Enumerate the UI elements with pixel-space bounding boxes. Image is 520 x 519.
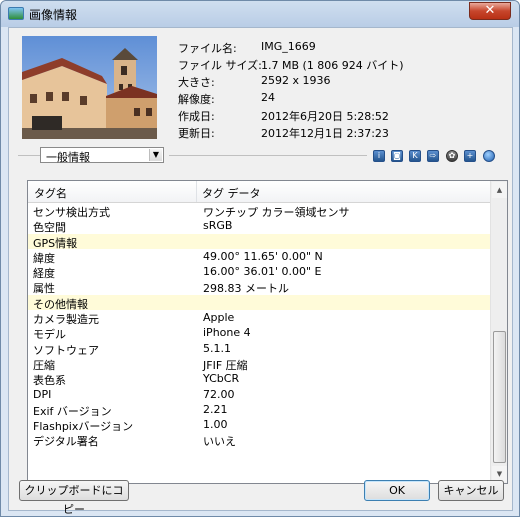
table-row[interactable]: 色空間 sRGB [28,218,491,234]
table-row[interactable]: Flashpixバージョン 1.00 [28,417,491,433]
table-row[interactable]: Exif バージョン 2.21 [28,402,491,418]
separator-left [18,155,40,156]
camera-icon[interactable]: ◙ [391,150,403,162]
tag-data-cell: 2.21 [203,402,228,416]
table-row[interactable]: モデル iPhone 4 [28,325,491,341]
tag-name-cell: デジタル署名 [33,435,99,449]
dialog-body: ファイル名: IMG_1669 ファイル サイズ: 1.7 MB (1 806 … [8,27,513,516]
table-row[interactable]: センサ検出方式 ワンチップ カラー領域センサ [28,203,491,219]
resolution-value: 24 [261,91,275,104]
category-dropdown[interactable]: 一般情報 ▼ [40,147,164,164]
file-name-label: ファイル名: [178,42,237,55]
k-icon[interactable]: K [409,150,421,162]
image-info-dialog: 画像情報 ✕ ファイル名: IMG_1669 ファイル サイズ: 1.7 MB … [0,0,520,517]
table-header: タグ名 タグ データ [28,181,491,203]
table-row[interactable]: 属性 298.83 メートル [28,279,491,295]
file-size-label: ファイル サイズ: [178,59,262,72]
cancel-button[interactable]: キャンセル [438,480,504,501]
tag-data-cell: sRGB [203,219,233,233]
created-date-label: 作成日: [178,110,215,123]
separator-line [169,155,367,156]
category-dropdown-value: 一般情報 [46,151,90,164]
table-row[interactable]: デジタル署名 いいえ [28,432,491,449]
created-date-value: 2012年6月20日 5:28:52 [261,110,389,123]
table-row[interactable]: 圧縮 JFIF 圧縮 [28,356,491,372]
chevron-down-icon[interactable]: ▼ [149,149,162,161]
image-thumbnail [22,36,157,139]
table-row[interactable]: ソフトウェア 5.1.1 [28,341,491,357]
info-icon[interactable]: i [373,150,385,162]
table-row[interactable]: 緯度 49.00° 11.65' 0.00" N [28,249,491,265]
tag-data-cell: Apple [203,311,235,325]
copy-to-clipboard-button[interactable]: クリップボードにコピー [19,480,129,516]
tag-name-cell: DPI [33,387,52,401]
vertical-scrollbar[interactable]: ▲ ▼ [490,181,507,483]
globe-icon[interactable] [483,150,495,162]
tag-table: タグ名 タグ データ センサ検出方式 ワンチップ カラー領域センサ 色空間 sRGB G… [27,180,508,484]
modified-date-label: 更新日: [178,127,215,140]
close-button[interactable]: ✕ [469,2,511,20]
resolution-label: 解像度: [178,93,215,106]
scrollbar-thumb[interactable] [493,331,506,463]
export-icon[interactable]: ⇨ [427,150,439,162]
column-header-tag-data[interactable]: タグ データ [202,185,261,201]
table-row[interactable]: DPI 72.00 [28,387,491,402]
tag-data-cell: 72.00 [203,387,235,401]
file-name-value: IMG_1669 [261,40,316,53]
group-header-row[interactable]: その他情報 [28,294,491,311]
image-app-icon [8,7,24,20]
window-title: 画像情報 [29,8,78,22]
table-row[interactable]: カメラ製造元 Apple [28,310,491,326]
table-row[interactable]: 表色系 YCbCR [28,371,491,387]
dimensions-value: 2592 x 1936 [261,74,331,87]
group-header-row[interactable]: GPS情報 [28,233,491,250]
tag-data-cell: 1.00 [203,418,228,432]
tag-data-cell: 5.1.1 [203,341,231,355]
table-rows: センサ検出方式 ワンチップ カラー領域センサ 色空間 sRGB GPS情報 緯度 49.00… [28,203,491,448]
tag-data-cell: iPhone 4 [203,326,251,340]
tag-data-cell: 49.00° 11.65' 0.00" N [203,249,323,263]
scroll-up-icon[interactable]: ▲ [492,182,507,198]
tag-data-cell: 16.00° 36.01' 0.00" E [203,265,322,279]
dimensions-label: 大きさ: [178,76,215,89]
map-add-icon[interactable]: + [464,150,476,162]
tag-data-cell: YCbCR [203,372,240,386]
title-bar[interactable]: 画像情報 ✕ [1,1,519,27]
tag-data-cell: いいえ [203,435,236,449]
column-header-tag-name[interactable]: タグ名 [34,185,67,201]
column-divider[interactable] [196,181,197,202]
gear-icon[interactable]: ✿ [446,150,458,162]
table-row[interactable]: 経度 16.00° 36.01' 0.00" E [28,264,491,280]
modified-date-value: 2012年12月1日 2:37:23 [261,127,389,140]
file-size-value: 1.7 MB (1 806 924 バイト) [261,59,404,72]
ok-button[interactable]: OK [364,480,430,501]
